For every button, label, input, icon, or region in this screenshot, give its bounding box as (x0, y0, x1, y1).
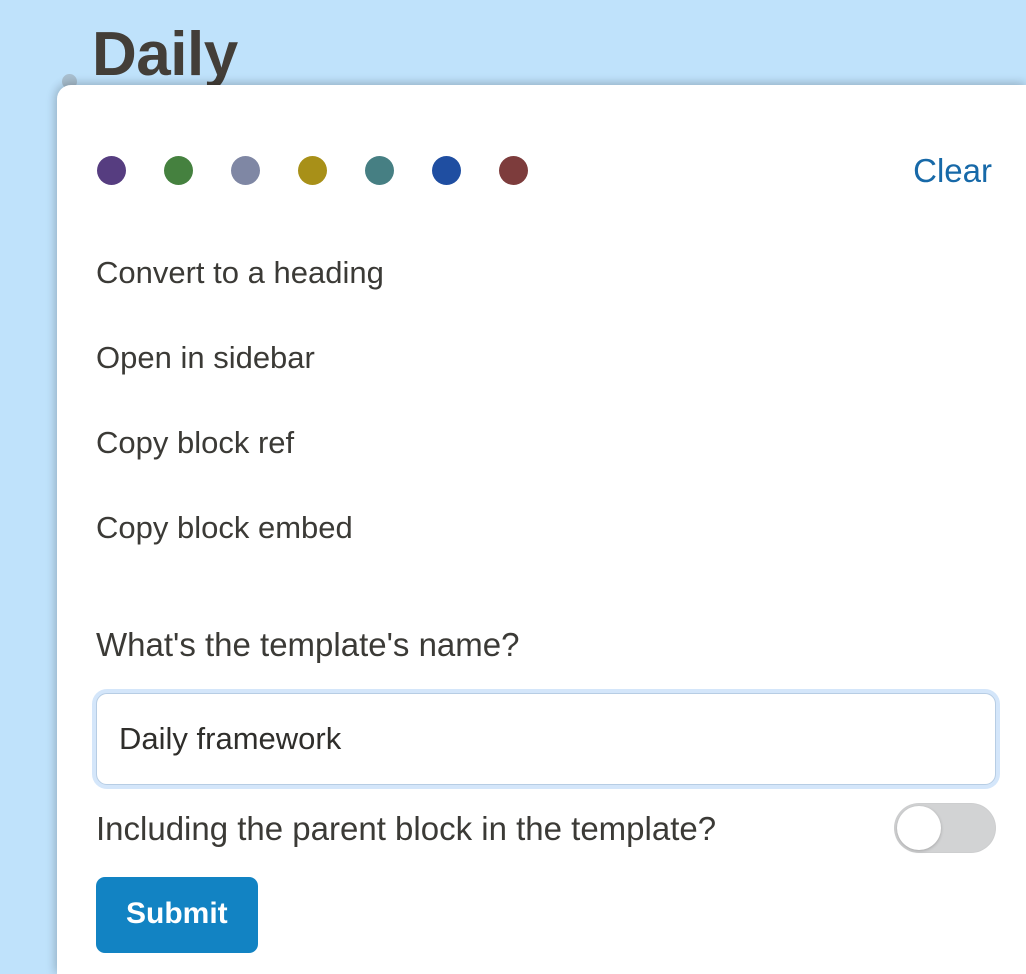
clear-color-button[interactable]: Clear (913, 154, 992, 187)
page-title: Daily (92, 20, 238, 89)
color-swatch-blue[interactable] (432, 155, 461, 185)
color-swatch-teal[interactable] (365, 155, 394, 185)
menu-item-convert-to-heading[interactable]: Convert to a heading (96, 257, 1006, 288)
toggle-knob (897, 806, 941, 850)
template-name-field-wrapper (96, 693, 996, 785)
color-swatch-purple[interactable] (97, 155, 126, 185)
menu-item-open-in-sidebar[interactable]: Open in sidebar (96, 342, 1006, 373)
parent-block-toggle-row: Including the parent block in the templa… (96, 803, 996, 853)
template-name-label: What's the template's name? (96, 626, 520, 663)
color-swatch-olive[interactable] (298, 155, 327, 185)
parent-block-toggle[interactable] (894, 803, 996, 853)
submit-button[interactable]: Submit (96, 877, 258, 953)
color-swatch-slate-blue[interactable] (231, 155, 260, 185)
color-swatch-green[interactable] (164, 155, 193, 185)
parent-block-label: Including the parent block in the templa… (96, 809, 717, 847)
template-form: What's the template's name? Including th… (96, 628, 1006, 953)
journal-block: Daily (62, 22, 238, 89)
block-context-popup: Clear Convert to a heading Open in sideb… (57, 85, 1026, 974)
context-menu-list: Convert to a heading Open in sidebar Cop… (96, 257, 1006, 543)
menu-item-copy-block-ref[interactable]: Copy block ref (96, 427, 1006, 458)
color-swatch-maroon[interactable] (499, 155, 528, 185)
color-swatch-row: Clear (97, 147, 992, 193)
menu-item-copy-block-embed[interactable]: Copy block embed (96, 512, 1006, 543)
template-name-input[interactable] (96, 693, 996, 785)
